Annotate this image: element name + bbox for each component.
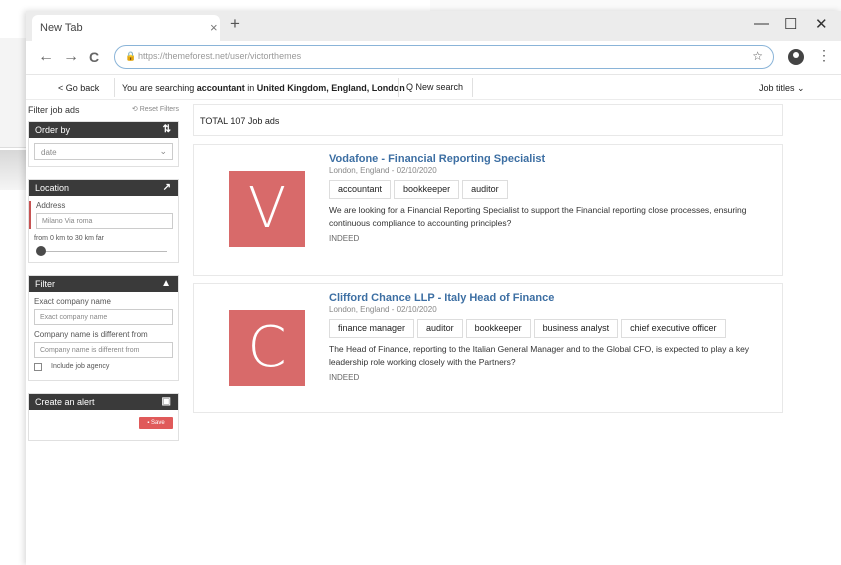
browser-menu-icon[interactable]: ⋮ [817,47,831,64]
address-block: Address Milano Via roma [29,201,173,229]
slider-track [40,251,167,252]
save-alert-label: Save [151,420,165,426]
job-title-link[interactable]: Vodafone - Financial Reporting Specialis… [329,153,776,165]
browser-toolbar: ← → C 🔒 https://themeforest.net/user/vic… [26,41,841,75]
minimize-button[interactable]: — [754,15,769,32]
back-arrow-icon[interactable]: ← [38,48,54,66]
address-bar[interactable]: 🔒 https://themeforest.net/user/victorthe… [114,45,774,69]
maximize-button[interactable]: ☐ [784,15,797,33]
job-tag[interactable]: chief executive officer [621,319,726,338]
company-logo: V [229,171,305,247]
close-window-button[interactable]: ✕ [815,15,828,33]
address-input[interactable]: Milano Via roma [36,213,173,229]
exact-company-input[interactable]: Exact company name [34,309,173,325]
save-disk-icon: ▣ [161,396,171,407]
filter-title: Filter job ads [28,105,80,115]
tab-strip: New Tab × + — ☐ ✕ [26,11,841,41]
filter-sidebar: Filter job ads ⟲ Reset Filters Order by … [28,103,179,453]
job-tag[interactable]: auditor [417,319,463,338]
create-alert-title: Create an alert [35,397,95,407]
address-label: Address [36,201,66,210]
new-tab-button[interactable]: + [230,14,240,34]
new-search-button[interactable]: Q New search [406,82,463,92]
job-titles-dropdown[interactable]: Job titles ⌄ [759,83,805,94]
job-card[interactable]: V Vodafone - Financial Reporting Special… [193,144,783,276]
location-header: Location ↗ [29,180,178,196]
browser-tab[interactable]: New Tab × [32,15,220,41]
search-summary-bar: < Go back You are searching accountant i… [26,75,841,100]
job-info: Clifford Chance LLP - Italy Head of Fina… [329,292,776,382]
search-query: accountant [196,83,245,93]
divider [472,78,473,97]
lock-icon: 🔒 [125,51,137,61]
create-alert-panel: Create an alert ▣ ▪ Save [28,393,179,441]
job-info: Vodafone - Financial Reporting Specialis… [329,153,776,243]
sort-icon: ⇅ [162,124,171,135]
company-logo: C [229,310,305,386]
reload-icon[interactable]: C [89,49,99,65]
tab-close-icon[interactable]: × [210,20,218,35]
job-tag[interactable]: finance manager [329,319,415,338]
bookmark-star-icon[interactable]: ☆ [752,49,763,63]
company-different-label: Company name is different from [34,330,148,339]
reset-filters-link[interactable]: ⟲ Reset Filters [132,105,179,113]
job-tag[interactable]: accountant [329,180,392,199]
job-source: INDEED [329,234,360,243]
filters-title: Filter [35,279,55,289]
include-agency-label: Include job agency [51,363,110,370]
job-meta: London, England - 02/10/2020 [329,305,437,314]
order-by-title: Order by [35,125,71,135]
job-tag[interactable]: auditor [462,180,508,199]
filters-header: Filter ▲ [29,276,178,292]
filter-triangle-icon: ▲ [161,278,171,289]
tab-title: New Tab [40,22,83,34]
location-panel: Location ↗ Address Milano Via roma from … [28,179,179,263]
company-different-input[interactable]: Company name is different from [34,342,173,358]
order-by-select[interactable]: date ⌄ [34,143,173,160]
job-description: We are looking for a Financial Reporting… [329,205,747,228]
job-description: The Head of Finance, reporting to the It… [329,344,750,367]
range-label: from 0 km to 30 km far [34,235,105,242]
include-agency-checkbox[interactable] [34,363,42,371]
total-count: TOTAL 107 Job ads [200,116,280,126]
save-alert-button[interactable]: ▪ Save [139,417,173,429]
divider [398,78,399,97]
filter-header: Filter job ads ⟲ Reset Filters [28,103,179,121]
create-alert-header: Create an alert ▣ [29,394,178,410]
results-total: TOTAL 107 Job ads [193,104,783,136]
forward-arrow-icon[interactable]: → [63,48,79,66]
job-tag[interactable]: business analyst [533,319,619,338]
job-tags: accountant bookkeeper auditor [329,179,776,199]
distance-slider[interactable] [34,246,173,256]
job-tags: finance manager auditor bookkeeper business… [329,318,776,338]
job-title-link[interactable]: Clifford Chance LLP - Italy Head of Fina… [329,292,776,304]
search-prefix: You are searching [122,83,197,93]
order-by-header: Order by ⇅ [29,122,178,138]
include-agency-row: Include job agency [34,362,173,374]
job-tag[interactable]: bookkeeper [394,180,460,199]
slider-handle[interactable] [36,246,46,256]
job-tag[interactable]: bookkeeper [465,319,531,338]
order-by-value: date [41,148,57,157]
job-source: INDEED [329,373,360,382]
chevron-down-icon: ⌄ [159,146,167,156]
job-meta: London, England - 02/10/2020 [329,166,437,175]
search-in: in [244,83,257,93]
go-back-link[interactable]: < Go back [58,83,99,93]
search-summary: You are searching accountant in United K… [122,83,405,93]
location-title: Location [35,183,70,193]
location-arrow-icon: ↗ [162,182,171,193]
filters-panel: Filter ▲ Exact company name Exact compan… [28,275,179,381]
search-location: United Kingdom, England, London [256,83,405,93]
order-by-panel: Order by ⇅ date ⌄ [28,121,179,167]
profile-avatar-icon[interactable] [788,49,804,65]
url-text[interactable]: https://themeforest.net/user/victortheme… [138,51,301,61]
job-card[interactable]: C Clifford Chance LLP - Italy Head of Fi… [193,283,783,413]
exact-company-label: Exact company name [34,297,111,306]
divider [114,78,115,97]
